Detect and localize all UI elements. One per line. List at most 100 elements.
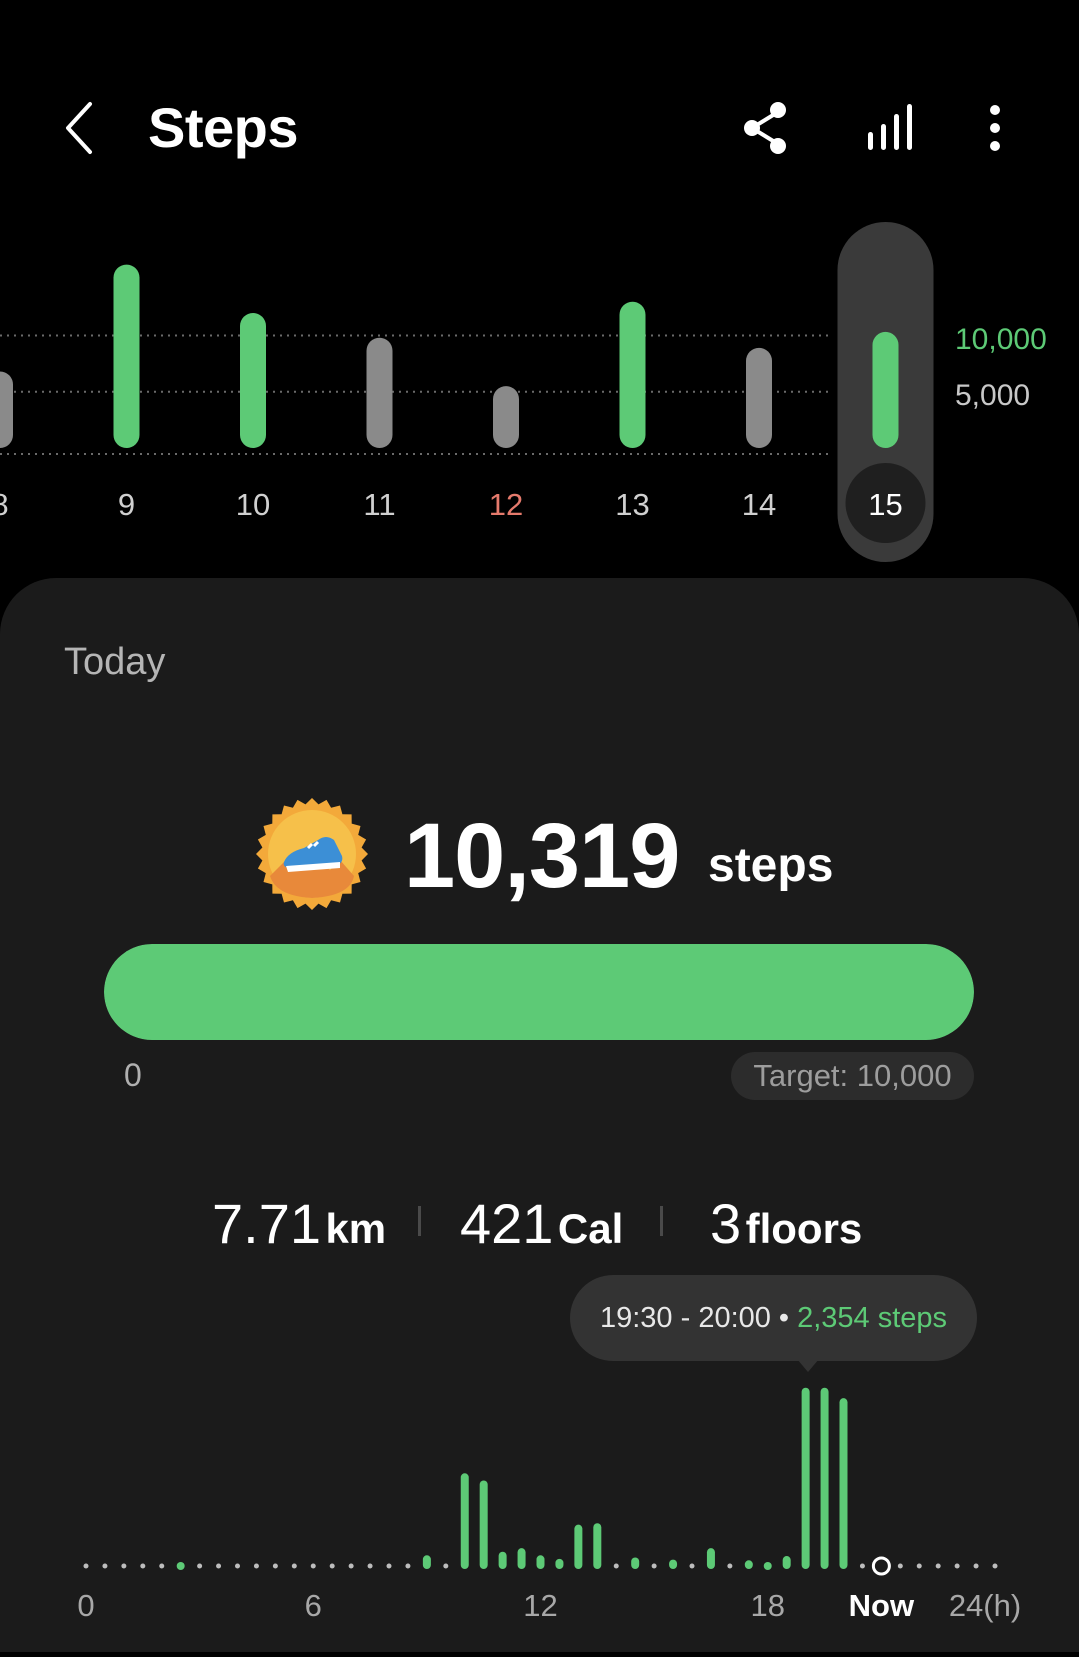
interval-bar[interactable] — [422, 1555, 431, 1569]
back-button[interactable] — [60, 98, 104, 158]
interval-bar[interactable] — [460, 1473, 469, 1569]
today-label: Today — [64, 641, 166, 683]
calories-stat: 421 Cal — [460, 1192, 623, 1271]
calories-value: 421 — [460, 1192, 554, 1255]
interval-bar[interactable] — [517, 1548, 526, 1569]
day-bar-14[interactable] — [746, 347, 772, 448]
interval-dot — [176, 1562, 185, 1570]
interval-dot — [253, 1563, 259, 1569]
floors-unit: floors — [745, 1205, 863, 1252]
steps-count: 10,319 — [404, 805, 680, 907]
day-label-10[interactable]: 10 — [236, 487, 270, 522]
interval-bar[interactable] — [801, 1387, 810, 1569]
interval-dot — [121, 1563, 127, 1569]
share-icon — [744, 102, 786, 154]
x-label: 24(h) — [949, 1588, 1021, 1623]
interval-bar[interactable] — [536, 1555, 545, 1569]
interval-dot — [235, 1563, 240, 1569]
interval-dot — [386, 1563, 392, 1569]
day-label-15[interactable]: 15 — [868, 487, 902, 522]
running-shoe-badge-icon — [254, 796, 370, 912]
day-label-13[interactable]: 13 — [615, 487, 649, 522]
day-label-12[interactable]: 12 — [489, 487, 523, 522]
interval-bar[interactable] — [479, 1480, 488, 1569]
day-bar-8[interactable] — [0, 371, 13, 449]
interval-dot — [291, 1563, 297, 1569]
tooltip-steps: 2,354 steps — [797, 1302, 948, 1334]
target-badge[interactable]: Target: 10,000 — [731, 1052, 974, 1100]
interval-bar[interactable] — [593, 1523, 602, 1569]
interval-bar[interactable] — [782, 1556, 791, 1569]
interval-dot — [405, 1563, 411, 1569]
interval-dot — [367, 1563, 373, 1569]
interval-bar[interactable] — [820, 1387, 829, 1569]
distance-value: 7.71 — [212, 1192, 321, 1255]
x-label: 6 — [305, 1588, 322, 1623]
trends-button[interactable] — [862, 102, 918, 154]
interval-dot — [992, 1563, 998, 1569]
day-bar-12[interactable] — [493, 386, 519, 448]
interval-bar[interactable] — [574, 1524, 583, 1569]
day-label-14[interactable]: 14 — [742, 487, 776, 522]
steps-progress-fill — [104, 944, 974, 1040]
day-bar-13[interactable] — [619, 301, 646, 448]
floors-stat: 3 floors — [710, 1192, 862, 1271]
interval-bar[interactable] — [669, 1559, 678, 1569]
interval-dot — [763, 1562, 772, 1570]
interval-dot — [329, 1563, 335, 1569]
interval-dot — [689, 1563, 695, 1569]
interval-dot — [272, 1563, 278, 1569]
interval-dot — [159, 1563, 165, 1569]
interval-dot — [973, 1563, 979, 1569]
day-label-8[interactable]: 8 — [0, 487, 9, 522]
y-label-5000: 5,000 — [955, 379, 1031, 412]
stat-divider — [418, 1206, 421, 1236]
tooltip-separator: • — [778, 1302, 790, 1334]
interval-dot — [83, 1563, 89, 1569]
interval-dot — [954, 1563, 960, 1569]
day-bar-10[interactable] — [240, 313, 266, 448]
back-arrow-icon — [66, 102, 92, 154]
interval-dot — [916, 1563, 922, 1569]
interval-bar[interactable] — [555, 1558, 564, 1569]
progress-min-label: 0 — [124, 1057, 142, 1093]
interval-dot — [102, 1563, 108, 1569]
interval-bar[interactable] — [631, 1557, 640, 1569]
interval-dot — [935, 1563, 941, 1569]
interval-bar[interactable] — [498, 1551, 507, 1569]
interval-bar[interactable] — [839, 1398, 848, 1569]
share-button[interactable] — [740, 100, 790, 156]
now-marker — [871, 1556, 891, 1576]
interval-dot — [897, 1563, 903, 1569]
page-title: Steps — [148, 96, 299, 159]
interval-dot — [216, 1563, 222, 1569]
interval-dot — [140, 1563, 146, 1569]
steps-progress-bar — [104, 944, 974, 1040]
calories-unit: Cal — [557, 1205, 624, 1252]
interval-dot — [197, 1563, 203, 1569]
steps-unit: steps — [708, 839, 834, 892]
interval-tooltip: 19:30 - 20:00 • 2,354 steps — [570, 1275, 977, 1361]
interval-dot — [348, 1563, 354, 1569]
day-label-9[interactable]: 9 — [118, 487, 135, 522]
daily-steps-chart[interactable]: 0 6 12 18 Now 24(h) — [0, 1370, 1079, 1652]
stat-divider — [660, 1206, 663, 1236]
distance-stat: 7.71 km — [212, 1192, 386, 1271]
tooltip-time: 19:30 - 20:00 — [599, 1302, 771, 1334]
interval-bar[interactable] — [744, 1560, 753, 1569]
more-options-button[interactable] — [978, 100, 1012, 156]
interval-bar[interactable] — [706, 1548, 715, 1569]
distance-unit: km — [325, 1205, 387, 1252]
x-label: 12 — [523, 1588, 557, 1623]
day-bar-9[interactable] — [113, 264, 140, 448]
x-label: Now — [849, 1588, 915, 1623]
interval-dot — [310, 1563, 316, 1569]
floors-value: 3 — [710, 1192, 742, 1255]
day-bar-15[interactable] — [872, 331, 899, 448]
bar-chart-icon — [868, 104, 912, 150]
day-label-11[interactable]: 11 — [363, 487, 395, 522]
interval-dot — [613, 1563, 619, 1569]
interval-dot — [727, 1563, 733, 1569]
weekly-bars: 8 9 10 11 12 13 14 15 — [0, 222, 934, 562]
day-bar-11[interactable] — [366, 337, 393, 448]
